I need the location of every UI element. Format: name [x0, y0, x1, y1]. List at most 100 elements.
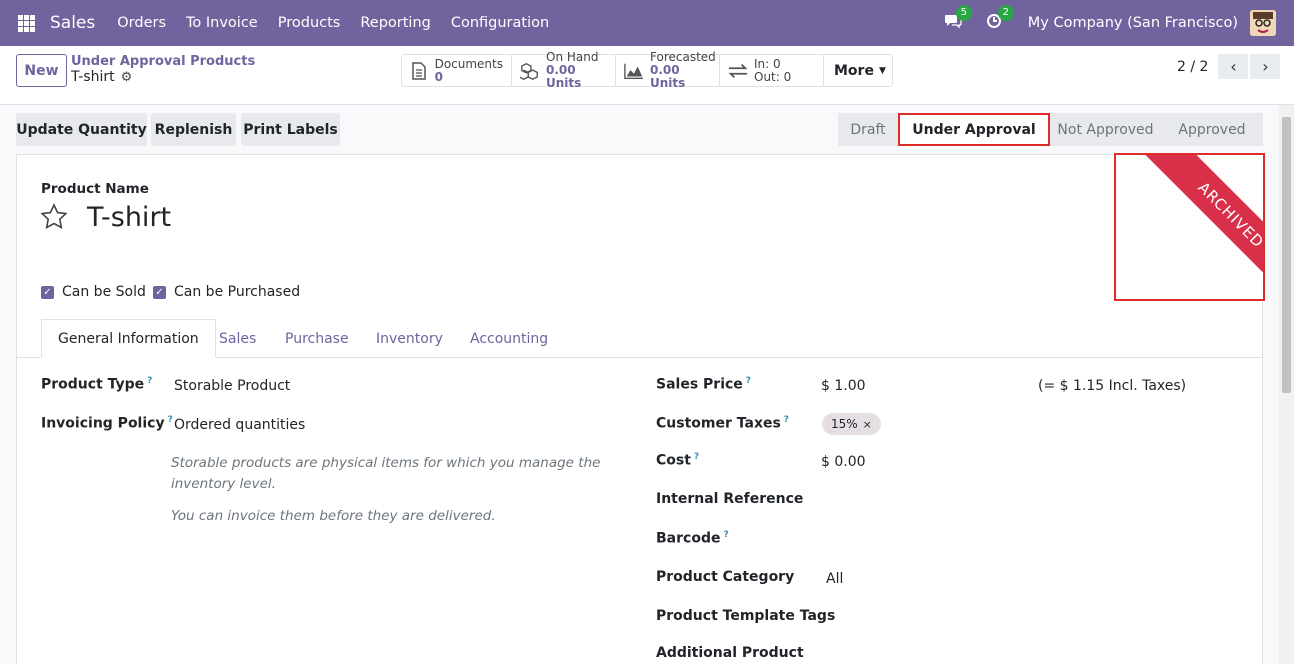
replenish-button[interactable]: Replenish [151, 113, 236, 146]
invoicing-policy-label: Invoicing Policy? [41, 415, 173, 432]
forecasted-smart-button[interactable]: Forecasted 0.00 Units [616, 51, 720, 90]
menu-products[interactable]: Products [278, 15, 341, 31]
barcode-label-text: Barcode [656, 530, 721, 547]
documents-smart-button[interactable]: Documents 0 [402, 55, 512, 86]
product-type-label-text: Product Type [41, 376, 145, 393]
cubes-icon [520, 62, 540, 80]
internal-reference-label: Internal Reference [656, 491, 804, 507]
top-navbar: Sales Orders To Invoice Products Reporti… [0, 0, 1294, 46]
incl-taxes-text: (= $ 1.15 Incl. Taxes) [1038, 378, 1187, 394]
tax-tag[interactable]: 15% × [822, 413, 881, 435]
more-label: More [834, 62, 874, 79]
can-be-sold-checkbox[interactable]: ✓ Can be Sold [41, 284, 146, 300]
on-hand-value: 0.00 Units [546, 63, 582, 90]
cost-label-text: Cost [656, 452, 691, 469]
on-hand-smart-button[interactable]: On Hand 0.00 Units [512, 51, 616, 90]
invoicing-policy-label-text: Invoicing Policy [41, 415, 165, 432]
more-dropdown[interactable]: More ▼ [824, 55, 892, 86]
in-count: In: 0 [754, 56, 781, 71]
user-avatar[interactable] [1250, 10, 1276, 36]
pager-value[interactable]: 2 / 2 [1177, 59, 1208, 75]
forecasted-value: 0.00 Units [650, 63, 686, 90]
pager-previous-button[interactable]: ‹ [1218, 54, 1249, 79]
can-be-purchased-label: Can be Purchased [174, 284, 301, 300]
checkbox-checked-icon: ✓ [41, 285, 54, 299]
tab-accounting[interactable]: Accounting [470, 319, 548, 358]
messages-icon[interactable]: 5 [944, 5, 972, 33]
favorite-star-icon[interactable] [40, 203, 68, 233]
product-category-field[interactable]: All [826, 571, 843, 587]
menu-orders[interactable]: Orders [117, 15, 166, 31]
tab-sales[interactable]: Sales [219, 319, 256, 358]
status-not-approved[interactable]: Not Approved [1050, 113, 1161, 146]
product-type-label: Product Type? [41, 376, 152, 393]
on-hand-label: On Hand [546, 50, 599, 64]
out-count: Out: 0 [754, 69, 792, 84]
gear-icon[interactable]: ⚙ [121, 69, 133, 86]
update-quantity-button[interactable]: Update Quantity [16, 113, 147, 146]
can-be-purchased-checkbox[interactable]: ✓ Can be Purchased [153, 284, 300, 300]
additional-product-label: Additional Product [656, 645, 804, 661]
sales-price-label-text: Sales Price [656, 376, 743, 393]
product-category-label: Product Category [656, 569, 795, 585]
app-brand[interactable]: Sales [50, 13, 95, 33]
sales-price-label: Sales Price? [656, 376, 751, 393]
page-scrollbar[interactable] [1279, 105, 1294, 664]
product-name-label: Product Name [41, 181, 149, 197]
menu-reporting[interactable]: Reporting [360, 15, 431, 31]
barcode-label: Barcode? [656, 530, 729, 547]
notebook-tabs: General Information Sales Purchase Inven… [17, 319, 1262, 358]
status-draft[interactable]: Draft [838, 113, 898, 146]
help-icon[interactable]: ? [784, 415, 789, 425]
tab-general-information[interactable]: General Information [41, 319, 216, 358]
menu-configuration[interactable]: Configuration [451, 15, 549, 31]
invoicing-policy-field[interactable]: Ordered quantities [174, 417, 305, 433]
help-icon[interactable]: ? [147, 376, 152, 386]
product-template-tags-label: Product Template Tags [656, 608, 836, 624]
form-sheet [16, 154, 1263, 664]
help-icon[interactable]: ? [723, 530, 728, 540]
exchange-icon [728, 62, 748, 80]
help-icon[interactable]: ? [168, 415, 173, 425]
print-labels-button[interactable]: Print Labels [241, 113, 340, 146]
pager-next-button[interactable]: › [1250, 54, 1281, 79]
status-under-approval[interactable]: Under Approval [898, 113, 1050, 146]
cost-label: Cost? [656, 452, 699, 469]
pager: 2 / 2 ‹ › [1177, 54, 1281, 79]
remove-tag-icon[interactable]: × [863, 418, 872, 431]
archived-ribbon-box: ARCHIVED [1114, 153, 1265, 301]
sales-price-field[interactable]: $ 1.00 [821, 378, 866, 394]
breadcrumb-current: T-shirt ⚙ [71, 69, 255, 86]
breadcrumb-parent[interactable]: Under Approval Products [71, 54, 255, 69]
archived-ribbon: ARCHIVED [1140, 155, 1263, 299]
scrollbar-thumb[interactable] [1282, 117, 1291, 393]
customer-taxes-label-text: Customer Taxes [656, 415, 781, 432]
messages-badge: 5 [955, 5, 972, 21]
tax-tag-label: 15% [831, 417, 858, 431]
in-out-smart-button[interactable]: In: 0 Out: 0 [720, 55, 824, 86]
help-icon[interactable]: ? [746, 376, 751, 386]
product-type-field[interactable]: Storable Product [174, 378, 290, 394]
new-button[interactable]: New [16, 54, 67, 87]
area-chart-icon [624, 62, 644, 80]
activities-icon[interactable]: 2 [986, 5, 1014, 33]
file-icon [410, 61, 429, 80]
breadcrumb-current-label: T-shirt [71, 69, 115, 85]
tab-purchase[interactable]: Purchase [285, 319, 349, 358]
activities-badge: 2 [997, 5, 1014, 21]
cost-field[interactable]: $ 0.00 [821, 454, 866, 470]
company-switcher[interactable]: My Company (San Francisco) [1028, 15, 1238, 31]
status-approved[interactable]: Approved [1161, 113, 1263, 146]
help-icon[interactable]: ? [694, 452, 699, 462]
menu-to-invoice[interactable]: To Invoice [186, 15, 258, 31]
control-panel: New Under Approval Products T-shirt ⚙ Do… [0, 46, 1294, 105]
invoicing-help-text: You can invoice them before they are del… [171, 508, 496, 524]
forecasted-label: Forecasted [650, 50, 716, 64]
tab-inventory[interactable]: Inventory [376, 319, 443, 358]
smart-buttons: Documents 0 On Hand 0.00 Units Forecaste… [401, 51, 893, 90]
caret-down-icon: ▼ [878, 65, 886, 76]
status-bar: Draft Under Approval Not Approved Approv… [838, 113, 1263, 146]
apps-menu-icon[interactable] [18, 14, 35, 32]
documents-label: Documents [434, 56, 503, 71]
product-name-field[interactable]: T-shirt [87, 202, 171, 233]
